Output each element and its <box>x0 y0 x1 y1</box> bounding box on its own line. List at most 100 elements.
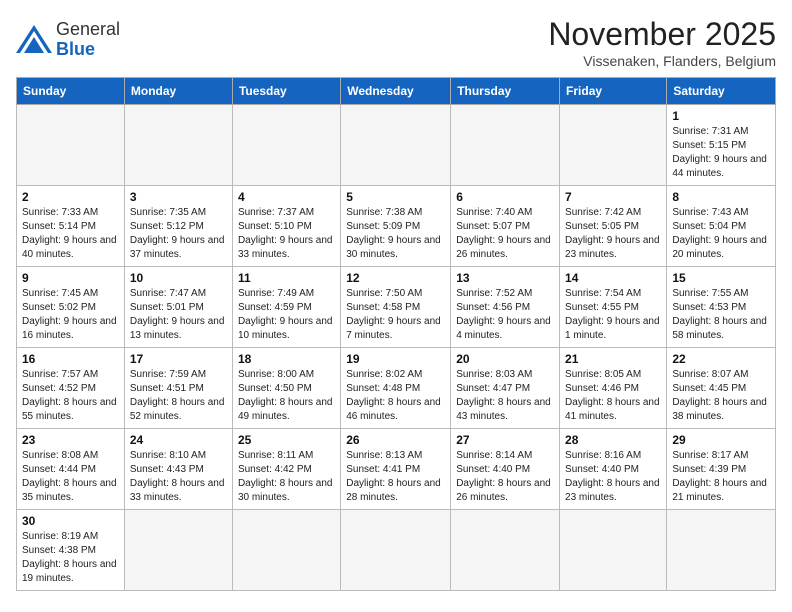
day-info: Sunrise: 7:47 AMSunset: 5:01 PMDaylight:… <box>130 287 227 343</box>
day-cell: 24 Sunrise: 8:10 AMSunset: 4:43 PMDayligh… <box>124 429 232 510</box>
day-info: Sunrise: 8:02 AMSunset: 4:48 PMDaylight:… <box>346 368 445 424</box>
day-number: 24 <box>130 433 227 447</box>
day-info: Sunrise: 8:10 AMSunset: 4:43 PMDaylight:… <box>130 449 227 505</box>
day-cell <box>124 510 232 591</box>
day-number: 9 <box>22 271 119 285</box>
weekday-header-sunday: Sunday <box>17 78 125 105</box>
day-cell: 17Sunrise: 7:59 AMSunset: 4:51 PMDayligh… <box>124 348 232 429</box>
day-cell: 18Sunrise: 8:00 AMSunset: 4:50 PMDayligh… <box>232 348 340 429</box>
day-cell: 28Sunrise: 8:16 AMSunset: 4:40 PMDayligh… <box>560 429 667 510</box>
week-row-1: 2Sunrise: 7:33 AMSunset: 5:14 PMDaylight… <box>17 186 776 267</box>
day-cell: 23 Sunrise: 8:08 AMSunset: 4:44 PMDayligh… <box>17 429 125 510</box>
logo-text: General Blue <box>56 20 120 60</box>
day-info: Sunrise: 7:49 AMSunset: 4:59 PMDaylight:… <box>238 287 335 343</box>
day-number: 29 <box>672 433 770 447</box>
day-info: Sunrise: 8:08 AMSunset: 4:44 PMDaylight:… <box>22 449 119 505</box>
title-block: November 2025 Vissenaken, Flanders, Belg… <box>548 16 776 69</box>
day-info: Sunrise: 7:42 AMSunset: 5:05 PMDaylight:… <box>565 206 661 262</box>
day-info: Sunrise: 8:05 AMSunset: 4:46 PMDaylight:… <box>565 368 661 424</box>
day-info: Sunrise: 8:17 AMSunset: 4:39 PMDaylight:… <box>672 449 770 505</box>
day-info: Sunrise: 7:57 AMSunset: 4:52 PMDaylight:… <box>22 368 119 424</box>
day-info: Sunrise: 8:19 AMSunset: 4:38 PMDaylight:… <box>22 530 119 586</box>
day-info: Sunrise: 7:45 AMSunset: 5:02 PMDaylight:… <box>22 287 119 343</box>
day-cell: 13Sunrise: 7:52 AMSunset: 4:56 PMDayligh… <box>451 267 560 348</box>
day-info: Sunrise: 8:14 AMSunset: 4:40 PMDaylight:… <box>456 449 554 505</box>
day-cell <box>451 105 560 186</box>
day-cell <box>232 105 340 186</box>
day-number: 12 <box>346 271 445 285</box>
day-cell: 20 Sunrise: 8:03 AMSunset: 4:47 PMDayligh… <box>451 348 560 429</box>
day-number: 16 <box>22 352 119 366</box>
day-cell: 27 Sunrise: 8:14 AMSunset: 4:40 PMDayligh… <box>451 429 560 510</box>
day-number: 25 <box>238 433 335 447</box>
weekday-header-monday: Monday <box>124 78 232 105</box>
location: Vissenaken, Flanders, Belgium <box>548 53 776 69</box>
day-cell: 29 Sunrise: 8:17 AMSunset: 4:39 PMDayligh… <box>667 429 776 510</box>
day-number: 1 <box>672 109 770 123</box>
weekday-row: SundayMondayTuesdayWednesdayThursdayFrid… <box>17 78 776 105</box>
week-row-4: 23 Sunrise: 8:08 AMSunset: 4:44 PMDayligh… <box>17 429 776 510</box>
day-info: Sunrise: 8:00 AMSunset: 4:50 PMDaylight:… <box>238 368 335 424</box>
day-cell <box>451 510 560 591</box>
day-number: 27 <box>456 433 554 447</box>
logo: General Blue <box>16 20 120 60</box>
day-number: 30 <box>22 514 119 528</box>
day-info: Sunrise: 8:11 AMSunset: 4:42 PMDaylight:… <box>238 449 335 505</box>
day-number: 3 <box>130 190 227 204</box>
day-cell: 7 Sunrise: 7:42 AMSunset: 5:05 PMDaylight… <box>560 186 667 267</box>
day-cell: 6Sunrise: 7:40 AMSunset: 5:07 PMDaylight… <box>451 186 560 267</box>
day-cell: 9 Sunrise: 7:45 AMSunset: 5:02 PMDaylight… <box>17 267 125 348</box>
day-cell: 30 Sunrise: 8:19 AMSunset: 4:38 PMDayligh… <box>17 510 125 591</box>
day-cell: 14Sunrise: 7:54 AMSunset: 4:55 PMDayligh… <box>560 267 667 348</box>
day-cell <box>560 105 667 186</box>
day-number: 23 <box>22 433 119 447</box>
weekday-header-tuesday: Tuesday <box>232 78 340 105</box>
day-number: 10 <box>130 271 227 285</box>
day-number: 15 <box>672 271 770 285</box>
calendar-body: 1 Sunrise: 7:31 AMSunset: 5:15 PMDaylight… <box>17 105 776 591</box>
day-cell <box>667 510 776 591</box>
logo-blue: Blue <box>56 39 95 59</box>
day-cell: 3 Sunrise: 7:35 AMSunset: 5:12 PMDaylight… <box>124 186 232 267</box>
day-cell <box>341 105 451 186</box>
day-number: 19 <box>346 352 445 366</box>
day-info: Sunrise: 8:03 AMSunset: 4:47 PMDaylight:… <box>456 368 554 424</box>
day-info: Sunrise: 7:35 AMSunset: 5:12 PMDaylight:… <box>130 206 227 262</box>
day-info: Sunrise: 7:33 AMSunset: 5:14 PMDaylight:… <box>22 206 119 262</box>
day-number: 22 <box>672 352 770 366</box>
day-cell: 4Sunrise: 7:37 AMSunset: 5:10 PMDaylight… <box>232 186 340 267</box>
day-cell: 12 Sunrise: 7:50 AMSunset: 4:58 PMDayligh… <box>341 267 451 348</box>
day-info: Sunrise: 8:16 AMSunset: 4:40 PMDaylight:… <box>565 449 661 505</box>
day-cell <box>17 105 125 186</box>
week-row-5: 30 Sunrise: 8:19 AMSunset: 4:38 PMDayligh… <box>17 510 776 591</box>
calendar-header: SundayMondayTuesdayWednesdayThursdayFrid… <box>17 78 776 105</box>
calendar-table: SundayMondayTuesdayWednesdayThursdayFrid… <box>16 77 776 591</box>
day-info: Sunrise: 7:59 AMSunset: 4:51 PMDaylight:… <box>130 368 227 424</box>
weekday-header-wednesday: Wednesday <box>341 78 451 105</box>
day-info: Sunrise: 8:07 AMSunset: 4:45 PMDaylight:… <box>672 368 770 424</box>
day-number: 6 <box>456 190 554 204</box>
day-number: 13 <box>456 271 554 285</box>
week-row-3: 16 Sunrise: 7:57 AMSunset: 4:52 PMDayligh… <box>17 348 776 429</box>
day-info: Sunrise: 7:54 AMSunset: 4:55 PMDaylight:… <box>565 287 661 343</box>
day-cell: 19 Sunrise: 8:02 AMSunset: 4:48 PMDayligh… <box>341 348 451 429</box>
day-cell: 25 Sunrise: 8:11 AMSunset: 4:42 PMDayligh… <box>232 429 340 510</box>
day-cell: 15 Sunrise: 7:55 AMSunset: 4:53 PMDayligh… <box>667 267 776 348</box>
day-cell <box>232 510 340 591</box>
logo-icon <box>16 25 52 55</box>
day-number: 20 <box>456 352 554 366</box>
day-number: 26 <box>346 433 445 447</box>
day-number: 8 <box>672 190 770 204</box>
day-info: Sunrise: 7:31 AMSunset: 5:15 PMDaylight:… <box>672 125 770 181</box>
weekday-header-friday: Friday <box>560 78 667 105</box>
day-info: Sunrise: 7:43 AMSunset: 5:04 PMDaylight:… <box>672 206 770 262</box>
day-number: 7 <box>565 190 661 204</box>
weekday-header-thursday: Thursday <box>451 78 560 105</box>
day-info: Sunrise: 7:50 AMSunset: 4:58 PMDaylight:… <box>346 287 445 343</box>
day-cell: 22 Sunrise: 8:07 AMSunset: 4:45 PMDayligh… <box>667 348 776 429</box>
day-cell: 1 Sunrise: 7:31 AMSunset: 5:15 PMDaylight… <box>667 105 776 186</box>
day-info: Sunrise: 7:55 AMSunset: 4:53 PMDaylight:… <box>672 287 770 343</box>
day-number: 11 <box>238 271 335 285</box>
day-cell: 16 Sunrise: 7:57 AMSunset: 4:52 PMDayligh… <box>17 348 125 429</box>
day-cell <box>341 510 451 591</box>
